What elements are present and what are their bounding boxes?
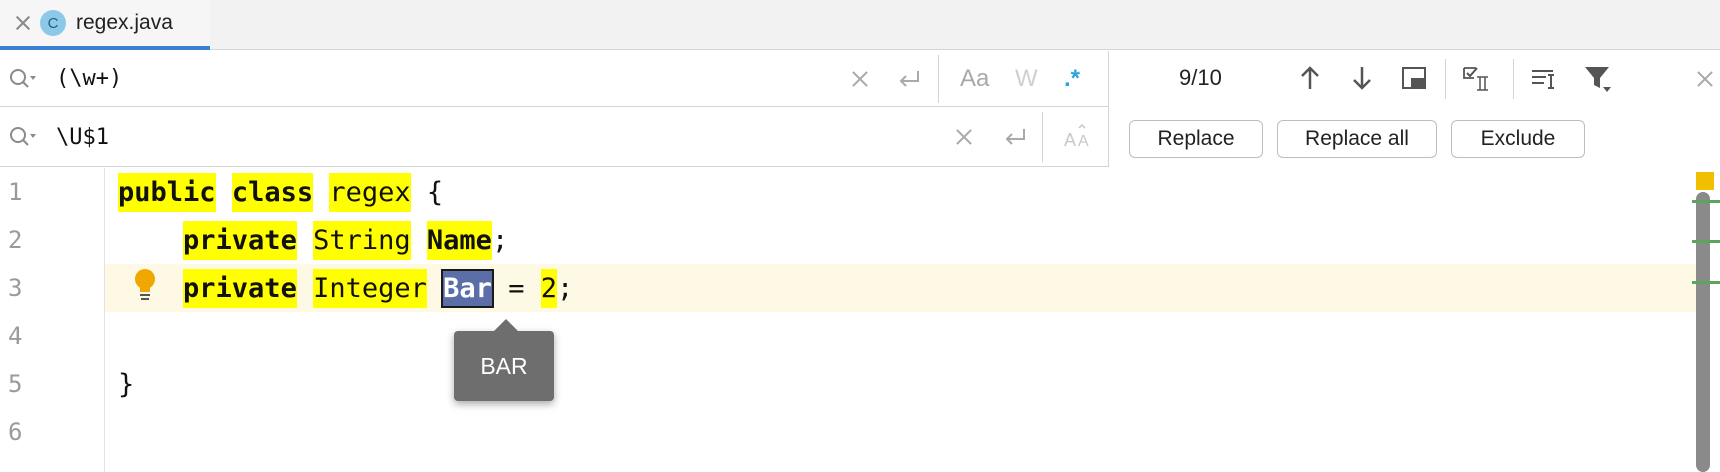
line-number: 4 — [8, 322, 23, 350]
tab-label: regex.java — [76, 11, 173, 34]
filter-icon[interactable] — [1583, 63, 1613, 93]
new-line-icon[interactable] — [1002, 126, 1028, 148]
line-number: 5 — [8, 370, 23, 398]
replace-button[interactable]: Replace — [1129, 120, 1263, 158]
regex-match: private — [183, 220, 297, 260]
replace-row: \U$1 A A — [0, 108, 1108, 167]
vertical-scrollbar[interactable] — [1696, 192, 1710, 472]
line-number: 6 — [8, 418, 23, 446]
regex-match: regex — [329, 172, 411, 212]
filter-search-icon[interactable] — [1529, 63, 1559, 93]
code-text: ; — [556, 272, 574, 304]
arrow-up-icon[interactable] — [1295, 63, 1325, 93]
divider — [1042, 112, 1043, 162]
current-match: Bar — [441, 268, 494, 308]
code-line-3: private Integer Bar = 2; — [118, 264, 573, 312]
select-all-occurrences-icon[interactable] — [1461, 63, 1491, 93]
search-results-panel: 9/10 Replace Replace all Exclude — [1108, 51, 1720, 167]
preserve-case-icon[interactable]: A A — [1063, 124, 1093, 150]
close-icon[interactable] — [14, 14, 32, 32]
replace-all-button[interactable]: Replace all — [1277, 120, 1437, 158]
tab-regex-java[interactable]: C regex.java — [0, 0, 210, 50]
exclude-button[interactable]: Exclude — [1451, 120, 1585, 158]
regex-match: Integer — [313, 268, 427, 308]
clear-search-icon[interactable] — [850, 69, 870, 89]
code-line-5: } — [118, 360, 134, 408]
words-toggle[interactable]: W — [1015, 65, 1038, 93]
svg-text:A: A — [1078, 133, 1089, 150]
regex-match: 2 — [540, 268, 557, 308]
code-line-2: private String Name; — [118, 216, 508, 264]
replace-input[interactable]: \U$1 — [56, 125, 109, 150]
match-marker[interactable] — [1692, 200, 1720, 203]
line-number: 3 — [8, 274, 23, 302]
regex-match: public — [118, 172, 216, 212]
find-input[interactable]: (\w+) — [56, 66, 122, 91]
match-count: 9/10 — [1179, 65, 1222, 90]
line-number: 1 — [8, 178, 23, 206]
code-text: { — [410, 176, 444, 208]
regex-match: class — [231, 172, 314, 212]
regex-toggle[interactable]: .* — [1064, 65, 1080, 93]
replacement-preview-tooltip: BAR — [454, 319, 554, 401]
editor-tab-bar: C regex.java — [0, 0, 1720, 50]
find-row: (\w+) Aa W .* — [0, 51, 1108, 107]
match-marker[interactable] — [1692, 240, 1720, 243]
regex-match: String — [313, 220, 411, 260]
code-text: = — [491, 272, 541, 304]
divider — [1513, 59, 1514, 99]
svg-text:A: A — [1064, 130, 1076, 150]
code-text: } — [118, 368, 135, 400]
clear-replace-icon[interactable] — [954, 127, 974, 147]
code-editor[interactable]: 1 2 3 4 5 6 public class regex { private… — [0, 168, 1720, 472]
open-in-window-icon[interactable] — [1399, 63, 1429, 93]
class-icon: C — [40, 10, 66, 36]
search-history-icon[interactable] — [8, 67, 38, 91]
match-marker[interactable] — [1692, 281, 1720, 284]
divider — [938, 55, 939, 103]
arrow-down-icon[interactable] — [1347, 63, 1377, 93]
regex-match: private — [183, 268, 297, 308]
line-number: 2 — [8, 226, 23, 254]
code-text: ; — [491, 224, 509, 256]
match-case-toggle[interactable]: Aa — [960, 65, 989, 93]
new-line-icon[interactable] — [896, 68, 922, 90]
replace-history-icon[interactable] — [8, 125, 38, 149]
regex-match: Name — [426, 220, 492, 260]
divider — [1445, 59, 1446, 99]
code-line-1: public class regex { — [118, 168, 443, 216]
error-stripe-marker[interactable] — [1696, 172, 1714, 190]
close-icon[interactable] — [1695, 69, 1715, 89]
line-number-gutter: 1 2 3 4 5 6 — [0, 168, 105, 472]
